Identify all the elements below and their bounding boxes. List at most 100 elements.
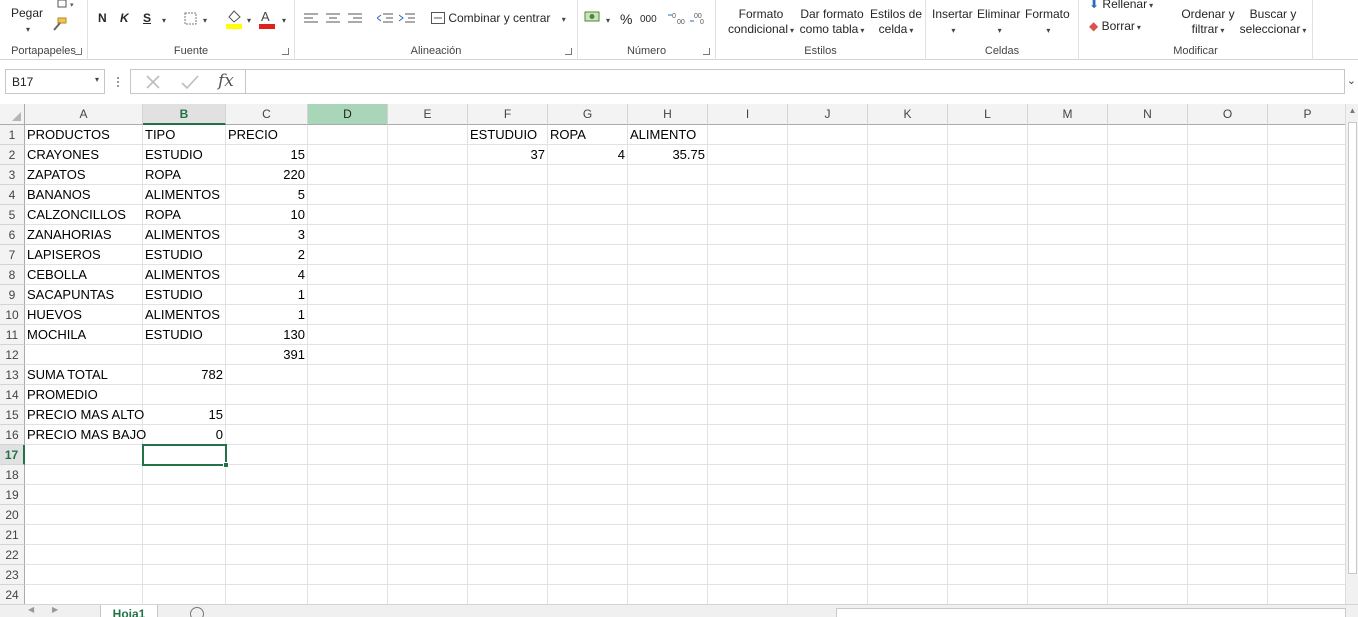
cell-a23[interactable] (25, 565, 143, 585)
cell-m4[interactable] (1028, 185, 1108, 205)
cell-c20[interactable] (226, 505, 308, 525)
font-color-icon[interactable]: A (258, 8, 276, 30)
cell-h15[interactable] (628, 405, 708, 425)
cell-k10[interactable] (868, 305, 948, 325)
cell-m6[interactable] (1028, 225, 1108, 245)
conditional-format-button[interactable]: Formato condicional ▾ (721, 7, 801, 38)
cell-k11[interactable] (868, 325, 948, 345)
cell-g19[interactable] (548, 485, 628, 505)
cell-h17[interactable] (628, 445, 708, 465)
cell-m15[interactable] (1028, 405, 1108, 425)
cell-h6[interactable] (628, 225, 708, 245)
cell-n11[interactable] (1108, 325, 1188, 345)
cell-a15[interactable]: PRECIO MAS ALTO (25, 405, 144, 425)
cell-b17[interactable] (143, 445, 226, 465)
cell-d17[interactable] (308, 445, 388, 465)
cell-p15[interactable] (1268, 405, 1345, 425)
accounting-dropdown-icon[interactable]: ▾ (606, 13, 610, 28)
cell-i13[interactable] (708, 365, 788, 385)
cell-i21[interactable] (708, 525, 788, 545)
cell-a13[interactable]: SUMA TOTAL (25, 365, 143, 385)
cell-b12[interactable] (143, 345, 226, 365)
cell-b11[interactable]: ESTUDIO (143, 325, 226, 345)
cell-i16[interactable] (708, 425, 788, 445)
cell-e4[interactable] (388, 185, 468, 205)
row-header-2[interactable]: 2 (0, 145, 25, 165)
cell-j20[interactable] (788, 505, 868, 525)
cell-b4[interactable]: ALIMENTOS (143, 185, 226, 205)
cell-l24[interactable] (948, 585, 1028, 604)
cell-k23[interactable] (868, 565, 948, 585)
cell-a24[interactable] (25, 585, 143, 604)
cell-j6[interactable] (788, 225, 868, 245)
column-header-a[interactable]: A (25, 104, 143, 125)
cell-k8[interactable] (868, 265, 948, 285)
cell-c24[interactable] (226, 585, 308, 604)
increase-decimal-icon[interactable]: 000 (668, 11, 686, 25)
horizontal-scrollbar[interactable] (836, 608, 1346, 617)
cell-o3[interactable] (1188, 165, 1268, 185)
vertical-scrollbar[interactable]: ▲ (1345, 104, 1358, 604)
cell-a11[interactable]: MOCHILA (25, 325, 143, 345)
cell-h7[interactable] (628, 245, 708, 265)
column-header-c[interactable]: C (226, 104, 308, 125)
cell-d4[interactable] (308, 185, 388, 205)
cell-e6[interactable] (388, 225, 468, 245)
cell-j24[interactable] (788, 585, 868, 604)
cell-n15[interactable] (1108, 405, 1188, 425)
cell-g2[interactable]: 4 (548, 145, 628, 165)
cell-n23[interactable] (1108, 565, 1188, 585)
row-header-12[interactable]: 12 (0, 345, 25, 365)
cell-f16[interactable] (468, 425, 548, 445)
cell-p19[interactable] (1268, 485, 1345, 505)
cell-j3[interactable] (788, 165, 868, 185)
clipboard-dialog-launcher[interactable] (75, 48, 82, 55)
find-select-button[interactable]: Buscar y seleccionar ▾ (1238, 7, 1308, 38)
cell-j10[interactable] (788, 305, 868, 325)
cell-b3[interactable]: ROPA (143, 165, 226, 185)
borders-icon[interactable] (184, 12, 198, 26)
cell-h16[interactable] (628, 425, 708, 445)
cell-c18[interactable] (226, 465, 308, 485)
cell-c16[interactable] (226, 425, 308, 445)
cell-b23[interactable] (143, 565, 226, 585)
cell-n24[interactable] (1108, 585, 1188, 604)
cell-h9[interactable] (628, 285, 708, 305)
cell-p10[interactable] (1268, 305, 1345, 325)
cell-j21[interactable] (788, 525, 868, 545)
cell-o1[interactable] (1188, 125, 1268, 145)
row-header-9[interactable]: 9 (0, 285, 25, 305)
row-header-11[interactable]: 11 (0, 325, 25, 345)
cell-g4[interactable] (548, 185, 628, 205)
cell-f3[interactable] (468, 165, 548, 185)
cell-a6[interactable]: ZANAHORIAS (25, 225, 143, 245)
cell-c21[interactable] (226, 525, 308, 545)
cell-g16[interactable] (548, 425, 628, 445)
row-header-5[interactable]: 5 (0, 205, 25, 225)
cell-i4[interactable] (708, 185, 788, 205)
cell-n7[interactable] (1108, 245, 1188, 265)
cell-k6[interactable] (868, 225, 948, 245)
cell-j16[interactable] (788, 425, 868, 445)
fill-button[interactable]: ⬇ Rellenar ▾ (1089, 0, 1153, 13)
paste-button[interactable]: Pegar ▾ (8, 6, 46, 37)
cell-k13[interactable] (868, 365, 948, 385)
column-header-e[interactable]: E (388, 104, 468, 125)
cell-l17[interactable] (948, 445, 1028, 465)
cell-l19[interactable] (948, 485, 1028, 505)
cell-j5[interactable] (788, 205, 868, 225)
scroll-up-icon[interactable]: ▲ (1346, 104, 1358, 118)
cell-p9[interactable] (1268, 285, 1345, 305)
cell-i9[interactable] (708, 285, 788, 305)
row-header-24[interactable]: 24 (0, 585, 25, 604)
percent-button[interactable]: % (620, 12, 632, 27)
expand-formula-bar-icon[interactable]: ⌄ (1347, 74, 1356, 87)
cell-p4[interactable] (1268, 185, 1345, 205)
column-header-k[interactable]: K (868, 104, 948, 125)
copy-icon[interactable]: ▾ (56, 0, 78, 10)
cell-i10[interactable] (708, 305, 788, 325)
cell-a2[interactable]: CRAYONES (25, 145, 143, 165)
cell-c3[interactable]: 220 (226, 165, 308, 185)
cell-c2[interactable]: 15 (226, 145, 308, 165)
column-header-j[interactable]: J (788, 104, 868, 125)
